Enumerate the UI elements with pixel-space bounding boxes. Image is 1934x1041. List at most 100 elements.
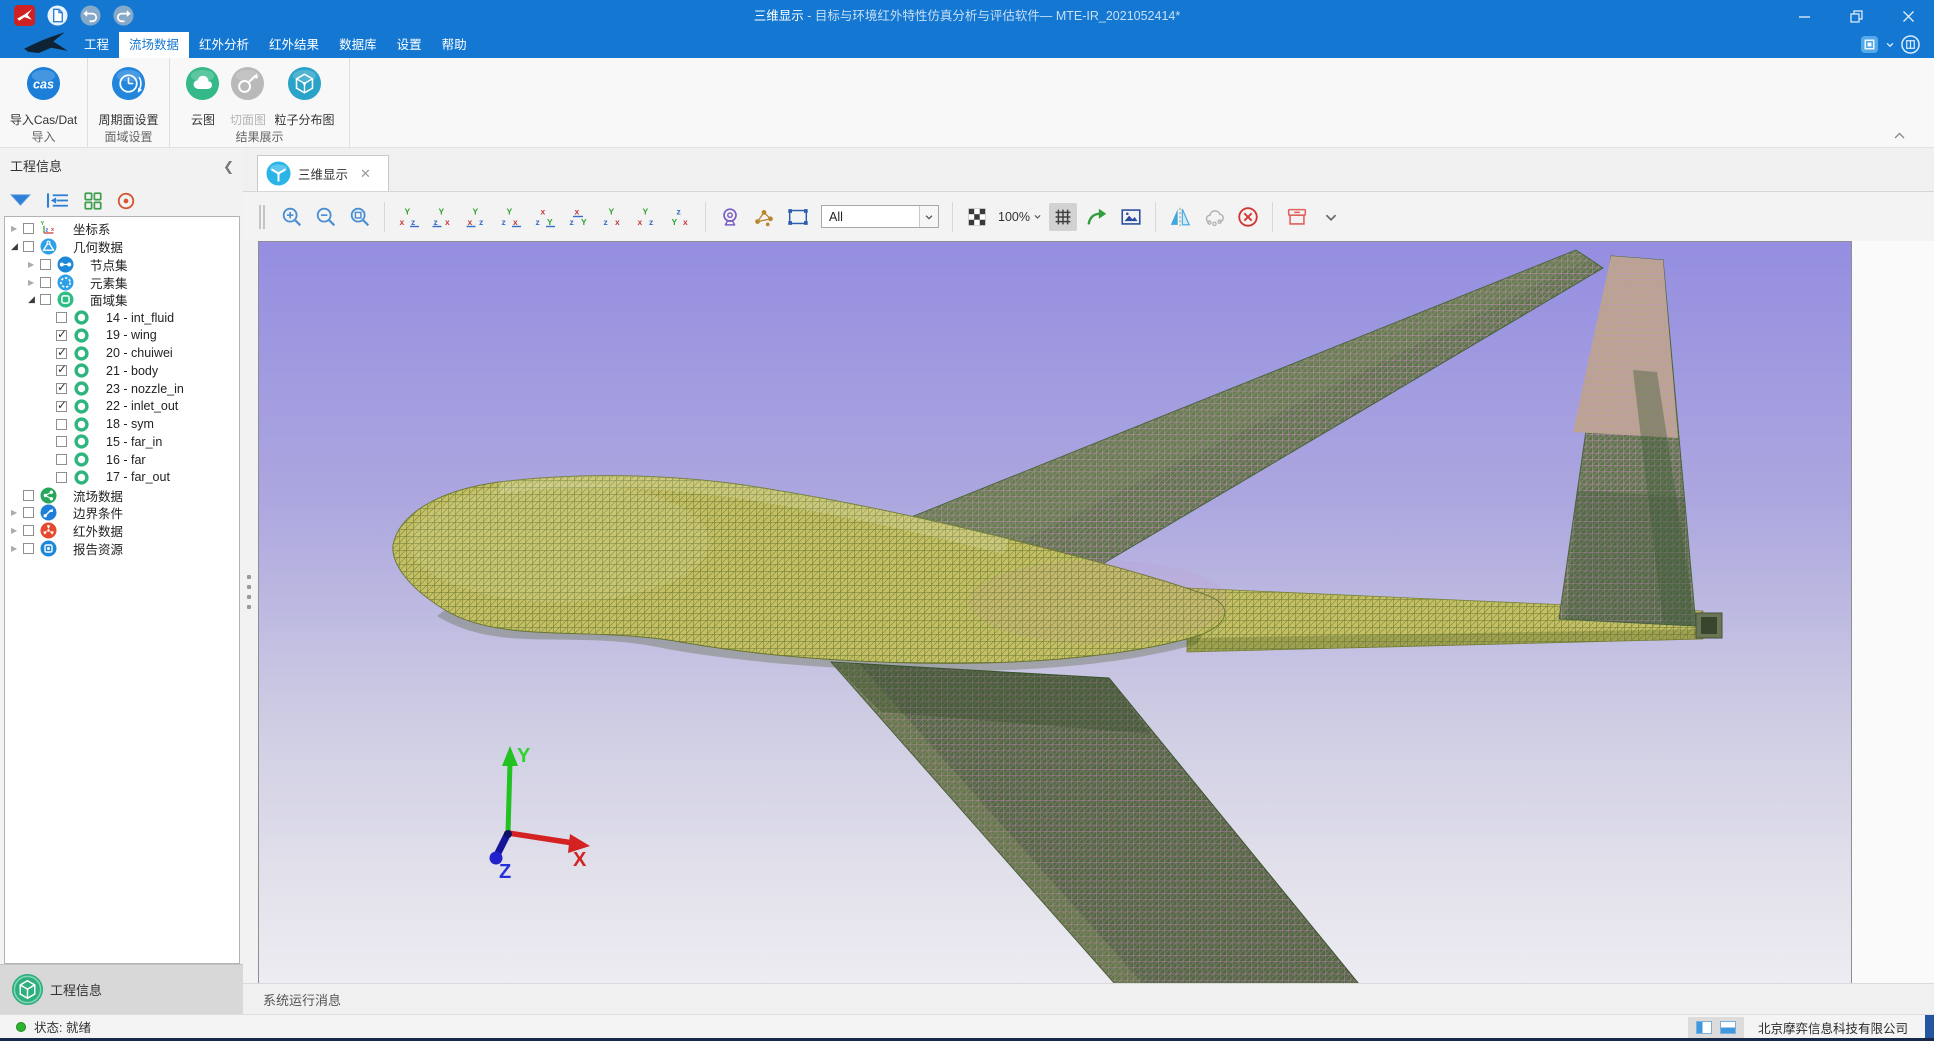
menu-item-5[interactable]: 数据库 [329, 32, 387, 58]
tree-item[interactable]: ▶报告资源 [5, 540, 239, 558]
close-button[interactable] [1882, 0, 1934, 32]
filter-funnel-icon[interactable] [9, 192, 32, 209]
tree-item[interactable]: ▶节点集 [5, 256, 239, 274]
zoom-fit-icon[interactable] [346, 203, 374, 231]
smooth-icon[interactable] [1200, 203, 1228, 231]
menu-item-1[interactable]: 工程 [74, 32, 119, 58]
tree-item-checkbox[interactable] [56, 348, 67, 359]
tree-item-checkbox[interactable] [23, 223, 34, 234]
tree-item-checkbox[interactable] [23, 490, 34, 501]
tree-item-checkbox[interactable] [56, 419, 67, 430]
tree-item-checkbox[interactable] [56, 365, 67, 376]
zoom-out-icon[interactable] [312, 203, 340, 231]
tree-item[interactable]: 23 - nozzle_in [5, 380, 239, 398]
tree-item-checkbox[interactable] [23, 241, 34, 252]
tree-item[interactable]: 17 - far_out [5, 469, 239, 487]
tab-3d-view[interactable]: 三维显示 ✕ [257, 155, 389, 191]
view-bottom-icon[interactable]: xzY [565, 203, 593, 231]
tree-item-checkbox[interactable] [40, 259, 51, 270]
ribbon-button-cloud-contour[interactable]: 云图 [181, 63, 224, 128]
view-back-icon[interactable]: Yzx [429, 203, 457, 231]
menu-item-4[interactable]: 红外结果 [259, 32, 329, 58]
collapse-list-icon[interactable] [45, 191, 70, 210]
tree-expand-arrow[interactable]: ▶ [9, 526, 23, 535]
save-scene-icon[interactable] [1283, 203, 1311, 231]
clear-icon[interactable] [1234, 203, 1262, 231]
menu-item-6[interactable]: 设置 [387, 32, 432, 58]
ribbon-button-cas-import[interactable]: cas导入Cas/Dat [7, 63, 80, 128]
view-iso-top-icon[interactable]: zYx [667, 203, 695, 231]
zoom-in-icon[interactable] [278, 203, 306, 231]
export-view-icon[interactable] [1083, 203, 1111, 231]
3d-viewport-canvas[interactable]: Y X Z [258, 241, 1852, 985]
tree-item[interactable]: 20 - chuiwei [5, 344, 239, 362]
view-iso-front-icon[interactable]: Yzx [599, 203, 627, 231]
tree-item-checkbox[interactable] [56, 454, 67, 465]
tree-item[interactable]: ◢面域集 [5, 291, 239, 309]
undo-icon[interactable] [80, 5, 101, 26]
minimize-button[interactable] [1778, 0, 1830, 32]
opacity-checker-icon[interactable] [963, 203, 991, 231]
grid-view-icon[interactable] [83, 191, 103, 211]
tree-item-checkbox[interactable] [23, 525, 34, 536]
tree-item-checkbox[interactable] [40, 277, 51, 288]
snapshot-icon[interactable] [1117, 203, 1145, 231]
tree-expand-arrow[interactable]: ▶ [26, 260, 40, 269]
tree-item-checkbox[interactable] [56, 436, 67, 447]
tree-item-checkbox[interactable] [23, 543, 34, 554]
toolbar-drag-handle[interactable] [259, 205, 265, 229]
probe-icon[interactable] [716, 203, 744, 231]
tree-item[interactable]: 14 - int_fluid [5, 309, 239, 327]
zoom-level-control[interactable]: 100% [998, 210, 1042, 224]
view-right-icon[interactable]: Yzx [497, 203, 525, 231]
tree-item[interactable]: 16 - far [5, 451, 239, 469]
tree-item[interactable]: 15 - far_in [5, 433, 239, 451]
display-filter-select[interactable]: All [821, 205, 939, 228]
tree-item[interactable]: 18 - sym [5, 415, 239, 433]
menu-item-3[interactable]: 红外分析 [189, 32, 259, 58]
tree-item-checkbox[interactable] [56, 472, 67, 483]
tree-expand-arrow[interactable]: ▶ [9, 544, 23, 553]
panel-splitter[interactable] [247, 575, 252, 609]
tree-item[interactable]: 流场数据 [5, 486, 239, 504]
panel-footer[interactable]: 工程信息 [0, 964, 243, 1014]
view-front-icon[interactable]: Yxz [395, 203, 423, 231]
mirror-icon[interactable] [1166, 203, 1194, 231]
tree-expand-arrow[interactable]: ▶ [9, 224, 23, 233]
ribbon-button-periodic-face[interactable]: 周期面设置 [95, 63, 161, 128]
tree-item[interactable]: ▶元素集 [5, 273, 239, 291]
menu-item-7[interactable]: 帮助 [432, 32, 477, 58]
tree-item[interactable]: ▶Yzx坐标系 [5, 220, 239, 238]
tree-item-checkbox[interactable] [23, 507, 34, 518]
tree-item[interactable]: ◢几何数据 [5, 238, 239, 256]
restore-button[interactable] [1830, 0, 1882, 32]
view-left-icon[interactable]: Yxz [463, 203, 491, 231]
chevron-down-icon[interactable] [919, 206, 938, 227]
tree-expand-arrow[interactable]: ◢ [26, 294, 40, 305]
toggle-bottom-panel-icon[interactable] [1720, 1021, 1736, 1034]
tree-item[interactable]: 21 - body [5, 362, 239, 380]
tree-item[interactable]: 19 - wing [5, 327, 239, 345]
tree-item-checkbox[interactable] [56, 330, 67, 341]
chevron-down-icon[interactable] [1885, 40, 1895, 50]
tree-item-checkbox[interactable] [56, 401, 67, 412]
tree-expand-arrow[interactable]: ◢ [9, 241, 23, 252]
view-layout-icon[interactable] [1860, 35, 1879, 54]
chevron-down-icon[interactable] [1317, 203, 1345, 231]
tree-item-checkbox[interactable] [56, 383, 67, 394]
tree-item[interactable]: ▶红外数据 [5, 522, 239, 540]
grid-toggle-icon[interactable] [1049, 203, 1077, 231]
ribbon-button-particle-distribution[interactable]: 粒子分布图 [271, 63, 337, 128]
view-iso-back-icon[interactable]: Yxz [633, 203, 661, 231]
particle-trace-icon[interactable] [750, 203, 778, 231]
save-document-icon[interactable] [47, 5, 68, 26]
help-book-icon[interactable] [1901, 35, 1920, 54]
locate-target-icon[interactable] [116, 191, 136, 211]
collapse-panel-icon[interactable]: ❮ [223, 148, 234, 185]
tree-expand-arrow[interactable]: ▶ [9, 508, 23, 517]
toggle-left-panel-icon[interactable] [1696, 1021, 1712, 1034]
menu-item-2[interactable]: 流场数据 [119, 32, 189, 58]
tree-item[interactable]: 22 - inlet_out [5, 398, 239, 416]
select-region-icon[interactable] [784, 203, 812, 231]
tree-expand-arrow[interactable]: ▶ [26, 278, 40, 287]
